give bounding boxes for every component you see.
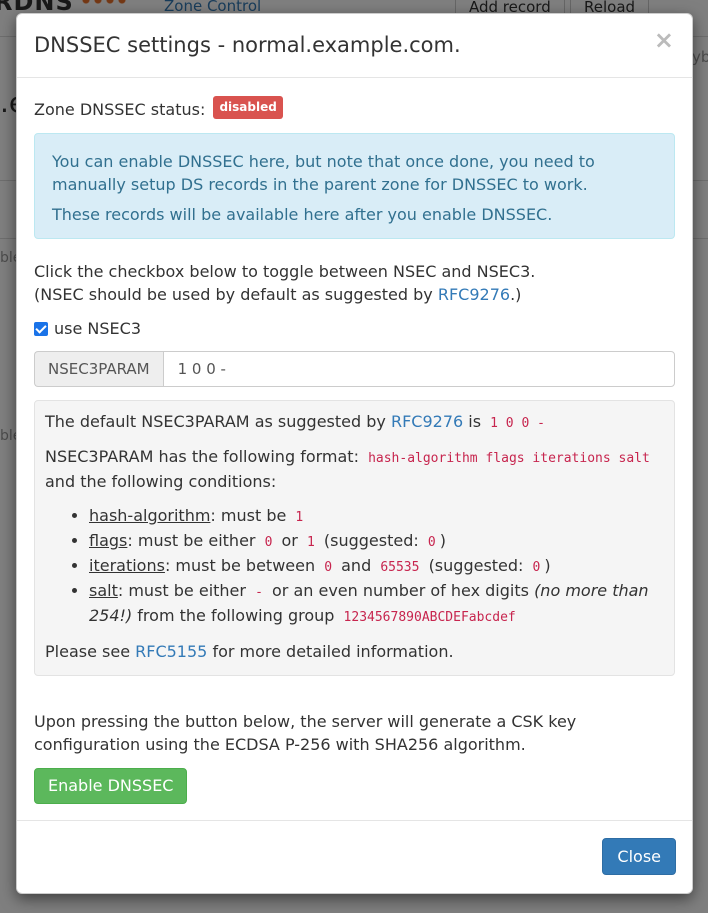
help-text: (suggested: <box>323 531 419 550</box>
status-label: Zone DNSSEC status: <box>34 100 206 119</box>
format-code: hash-algorithm flags iterations salt <box>368 451 650 466</box>
help-text: from the following group <box>137 606 335 625</box>
see-rfc-line: Please see RFC5155 for more detailed inf… <box>45 640 664 663</box>
dnssec-modal: DNSSEC settings - normal.example.com. × … <box>16 13 693 894</box>
value-code: 0 <box>427 535 436 550</box>
nsec-description: Click the checkbox below to toggle betwe… <box>34 260 675 306</box>
value-code: 1 <box>306 535 315 550</box>
info-alert: You can enable DNSSEC here, but note tha… <box>34 133 675 239</box>
help-text: for more detailed information. <box>212 642 454 661</box>
value-code: 0 <box>532 560 541 575</box>
nsec3-checkbox[interactable] <box>34 321 48 336</box>
help-text: (suggested: <box>428 556 524 575</box>
nsec3-checkbox-row[interactable]: use NSEC3 <box>34 317 675 340</box>
alert-text: You can enable DNSSEC here, but note tha… <box>52 152 595 194</box>
rfc9276-link[interactable]: RFC9276 <box>438 285 510 304</box>
help-text: Please see <box>45 642 131 661</box>
conditions-list: hash-algorithm: must be 1 flags: must be… <box>45 504 664 629</box>
help-text: The default NSEC3PARAM as suggested by <box>45 412 386 431</box>
list-item: hash-algorithm: must be 1 <box>89 504 664 529</box>
nsec3param-input-group: NSEC3PARAM <box>34 351 675 387</box>
description-text: (NSEC should be used by default as sugge… <box>34 285 438 304</box>
modal-header: DNSSEC settings - normal.example.com. × <box>17 14 692 78</box>
term: salt <box>89 581 118 600</box>
help-text: or an even number of hex digits <box>271 581 529 600</box>
help-text: ) <box>544 556 551 575</box>
status-line: Zone DNSSEC status: disabled <box>34 96 675 121</box>
modal-title: DNSSEC settings - normal.example.com. <box>34 33 461 57</box>
close-icon[interactable]: × <box>654 28 674 52</box>
term: hash-algorithm <box>89 506 211 525</box>
rfc9276-link[interactable]: RFC9276 <box>391 412 463 431</box>
help-text: : must be <box>210 506 287 525</box>
term: iterations <box>89 556 165 575</box>
help-text: is <box>468 412 482 431</box>
help-text: : must be between <box>164 556 316 575</box>
help-text: and the following conditions: <box>45 472 277 491</box>
description-text: .) <box>510 285 522 304</box>
help-text: or <box>281 531 298 550</box>
help-text: ) <box>439 531 446 550</box>
list-item: salt: must be either - or an even number… <box>89 579 664 629</box>
value-code: 1234567890ABCDEFabcdef <box>343 610 516 625</box>
enable-dnssec-button[interactable]: Enable DNSSEC <box>34 768 188 804</box>
nsec3param-input[interactable] <box>162 351 675 387</box>
value-code: 65535 <box>380 560 420 575</box>
help-text: : must be either <box>127 531 256 550</box>
description-line: Click the checkbox below to toggle betwe… <box>34 262 536 281</box>
modal-footer: Close <box>17 820 692 893</box>
value-code: 0 <box>324 560 333 575</box>
alert-text: These records will be available here aft… <box>52 205 553 224</box>
term: flags <box>89 531 128 550</box>
help-text: : must be either <box>117 581 246 600</box>
close-button[interactable]: Close <box>602 838 676 875</box>
list-item: flags: must be either 0 or 1 (suggested:… <box>89 529 664 554</box>
default-param-line: The default NSEC3PARAM as suggested by R… <box>45 410 664 435</box>
format-line: NSEC3PARAM has the following format: has… <box>45 445 664 493</box>
value-code: 0 <box>264 535 273 550</box>
value-code: - <box>255 585 263 600</box>
status-badge: disabled <box>213 96 283 119</box>
help-text: and <box>341 556 372 575</box>
default-param-code: 1 0 0 - <box>490 416 545 431</box>
modal-body: Zone DNSSEC status: disabled You can ena… <box>17 78 692 804</box>
description-line: (NSEC should be used by default as sugge… <box>34 283 675 306</box>
nsec3param-help: The default NSEC3PARAM as suggested by R… <box>34 400 675 676</box>
csk-info-text: Upon pressing the button below, the serv… <box>34 712 577 754</box>
nsec3-checkbox-label[interactable]: use NSEC3 <box>54 317 141 340</box>
nsec3param-addon: NSEC3PARAM <box>34 351 163 387</box>
value-code: 1 <box>295 510 304 525</box>
help-text: NSEC3PARAM has the following format: <box>45 447 359 466</box>
list-item: iterations: must be between 0 and 65535 … <box>89 554 664 579</box>
rfc5155-link[interactable]: RFC5155 <box>135 642 207 661</box>
